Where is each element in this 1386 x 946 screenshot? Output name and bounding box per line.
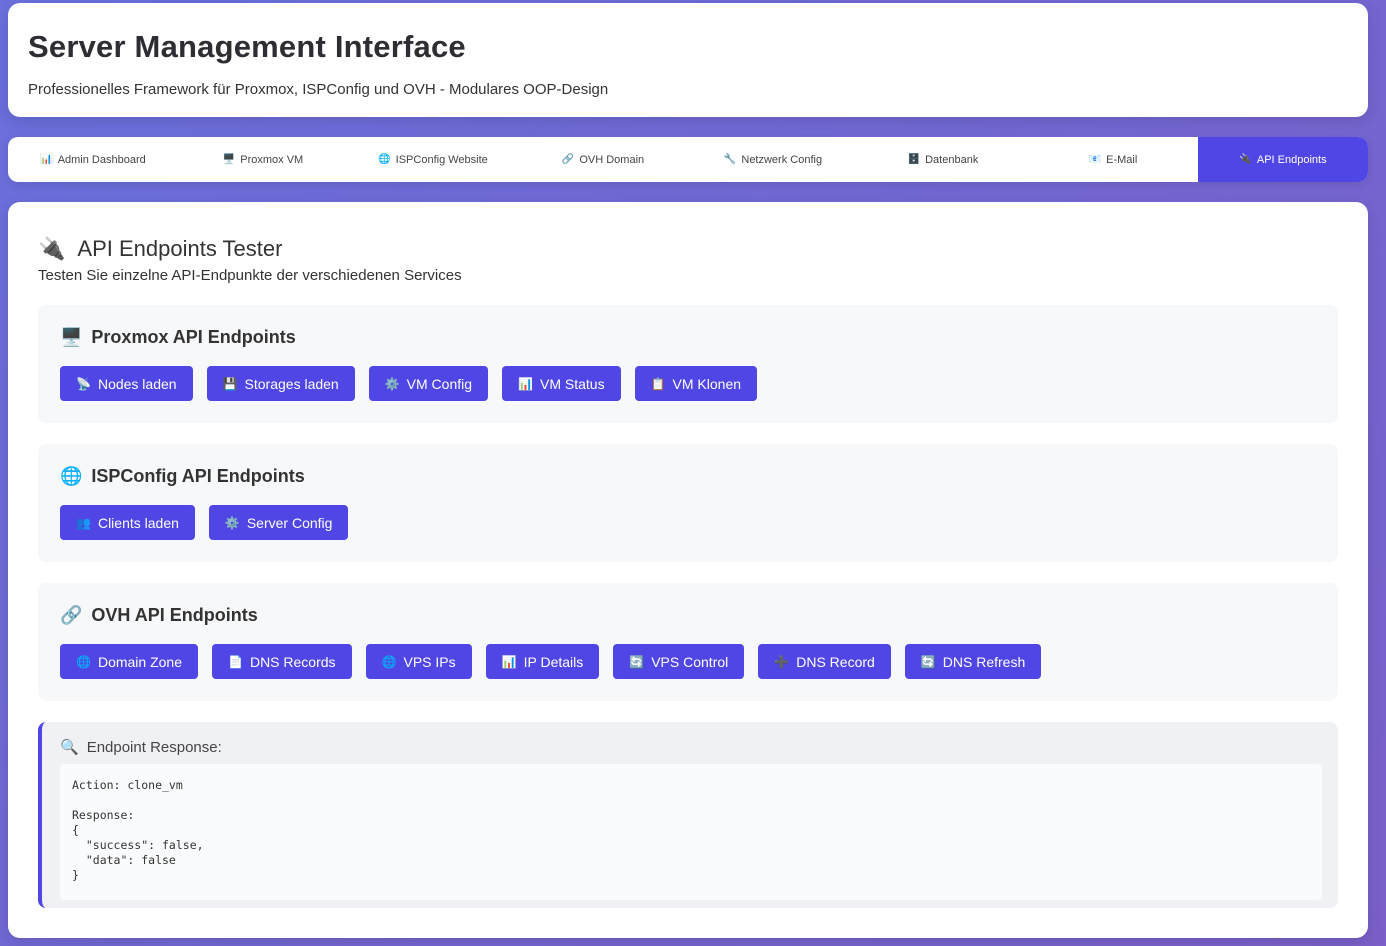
chart-icon: 📊 [518, 376, 533, 391]
monitor-icon: 🖥️ [60, 327, 83, 347]
response-output: Action: clone_vm Response: { "success": … [60, 764, 1322, 900]
tab-label: OVH Domain [579, 153, 645, 166]
endpoint-section-title: 🖥️ Proxmox API Endpoints [60, 327, 1316, 348]
globe-icon: 🌐 [76, 654, 91, 669]
document-icon: 📄 [228, 654, 243, 669]
ip-details-button[interactable]: 📊 IP Details [485, 644, 600, 679]
users-icon: 👥 [76, 515, 91, 530]
monitor-icon: 🖥️ [222, 154, 236, 165]
clients-laden-button[interactable]: 👥 Clients laden [60, 505, 195, 540]
tab-label: E-Mail [1106, 153, 1138, 166]
vps-control-button[interactable]: 🔄 VPS Control [613, 644, 745, 679]
storages-laden-button[interactable]: 💾 Storages laden [206, 366, 355, 401]
tab-ispconfig-website[interactable]: 🌐 ISPConfig Website [348, 137, 518, 182]
tab-ovh-domain[interactable]: 🔗 OVH Domain [518, 137, 688, 182]
button-label: DNS Refresh [942, 653, 1026, 670]
endpoint-section: 🔗 OVH API Endpoints 🌐 Domain Zone 📄 DNS Recor… [38, 583, 1338, 701]
response-heading: 🔍 Endpoint Response: [60, 738, 1322, 757]
endpoint-section-title-text: Proxmox API Endpoints [91, 327, 296, 347]
vm-status-button[interactable]: 📊 VM Status [502, 366, 621, 401]
plus-icon: ➕ [774, 654, 790, 669]
section-subtitle: Testen Sie einzelne API-Endpunkte der ve… [38, 267, 462, 284]
vm-klonen-button[interactable]: 📋 VM Klonen [634, 366, 758, 401]
button-label: Server Config [246, 514, 333, 531]
chart-icon: 📊 [40, 154, 53, 165]
button-label: VM Status [539, 375, 605, 392]
header-card: Server Management Interface Professionel… [8, 3, 1368, 117]
tab-proxmox-vm[interactable]: 🖥️ Proxmox VM [178, 137, 348, 182]
tab-e-mail[interactable]: 📧 E-Mail [1028, 137, 1198, 182]
button-label: DNS Records [249, 653, 336, 670]
tab-label: API Endpoints [1256, 153, 1327, 166]
gear-icon: ⚙️ [224, 515, 240, 530]
vps-ips-button[interactable]: 🌐 VPS IPs [365, 644, 472, 679]
tab-api-endpoints[interactable]: 🔌 API Endpoints [1198, 137, 1368, 182]
tab-label: ISPConfig Website [395, 153, 488, 166]
server-config-button[interactable]: ⚙️ Server Config [208, 505, 349, 540]
section-title: 🔌 API Endpoints Tester [38, 236, 282, 262]
tab-label: Datenbank [925, 153, 979, 166]
tab-admin-dashboard[interactable]: 📊 Admin Dashboard [8, 137, 178, 182]
plug-icon: 🔌 [1239, 154, 1252, 165]
refresh-icon: 🔄 [629, 654, 645, 669]
globe-icon: 🌐 [378, 154, 391, 165]
disk-icon: 💾 [222, 376, 238, 391]
response-heading-text: Endpoint Response: [86, 738, 222, 756]
endpoint-response-panel: 🔍 Endpoint Response: Action: clone_vm Re… [38, 722, 1338, 908]
database-icon: 🗄️ [907, 154, 921, 165]
dns-records-button[interactable]: 📄 DNS Records [212, 644, 352, 679]
wrench-icon: 🔧 [723, 154, 737, 165]
link-icon: 🔗 [561, 154, 575, 165]
globe-icon: 🌐 [381, 654, 397, 669]
plug-icon: 🔌 [38, 236, 66, 261]
button-label: VM Config [406, 375, 473, 392]
satellite-icon: 📡 [76, 376, 91, 391]
endpoint-section: 🌐 ISPConfig API Endpoints 👥 Clients laden ⚙️… [38, 444, 1338, 562]
button-label: Clients laden [97, 514, 179, 531]
button-row: 📡 Nodes laden 💾 Storages laden ⚙️ VM Config 📊 V… [60, 366, 1316, 401]
tab-bar: 📊 Admin Dashboard 🖥️ Proxmox VM 🌐 ISPConfig W… [8, 137, 1368, 182]
endpoint-section: 🖥️ Proxmox API Endpoints 📡 Nodes laden 💾 Stor… [38, 305, 1338, 423]
dns-record-button[interactable]: ➕ DNS Record [758, 644, 891, 679]
chart-icon: 📊 [501, 654, 517, 669]
tab-datenbank[interactable]: 🗄️ Datenbank [858, 137, 1028, 182]
button-label: VPS Control [651, 653, 729, 670]
refresh-icon: 🔄 [920, 654, 936, 669]
button-label: DNS Record [796, 653, 875, 670]
tab-label: Netzwerk Config [741, 153, 823, 166]
globe-icon: 🌐 [60, 466, 83, 486]
button-label: VPS IPs [403, 653, 456, 670]
nodes-laden-button[interactable]: 📡 Nodes laden [60, 366, 193, 401]
button-label: Storages laden [244, 375, 339, 392]
button-label: Nodes laden [97, 375, 177, 392]
button-row: 🌐 Domain Zone 📄 DNS Records 🌐 VPS IPs 📊 IP Deta… [60, 644, 1316, 679]
button-label: VM Klonen [672, 375, 742, 392]
link-icon: 🔗 [60, 605, 83, 625]
domain-zone-button[interactable]: 🌐 Domain Zone [60, 644, 198, 679]
vm-config-button[interactable]: ⚙️ VM Config [368, 366, 489, 401]
button-row: 👥 Clients laden ⚙️ Server Config [60, 505, 1316, 540]
button-label: Domain Zone [97, 653, 182, 670]
endpoint-section-title-text: ISPConfig API Endpoints [91, 466, 305, 486]
tab-label: Admin Dashboard [57, 153, 146, 166]
endpoint-section-title-text: OVH API Endpoints [91, 605, 258, 625]
endpoint-section-title: 🌐 ISPConfig API Endpoints [60, 466, 1316, 487]
tab-label: Proxmox VM [240, 153, 304, 166]
mail-icon: 📧 [1088, 154, 1102, 165]
dns-refresh-button[interactable]: 🔄 DNS Refresh [904, 644, 1042, 679]
page-header-title: Server Management Interface [28, 29, 466, 64]
tab-netzwerk-config[interactable]: 🔧 Netzwerk Config [688, 137, 858, 182]
magnifier-icon: 🔍 [60, 739, 79, 756]
endpoint-section-title: 🔗 OVH API Endpoints [60, 605, 1316, 626]
gear-icon: ⚙️ [384, 376, 400, 391]
section-title-text: API Endpoints Tester [77, 236, 283, 261]
button-label: IP Details [523, 653, 584, 670]
clipboard-icon: 📋 [650, 376, 666, 391]
page-header-subtitle: Professionelles Framework für Proxmox, I… [28, 81, 609, 98]
